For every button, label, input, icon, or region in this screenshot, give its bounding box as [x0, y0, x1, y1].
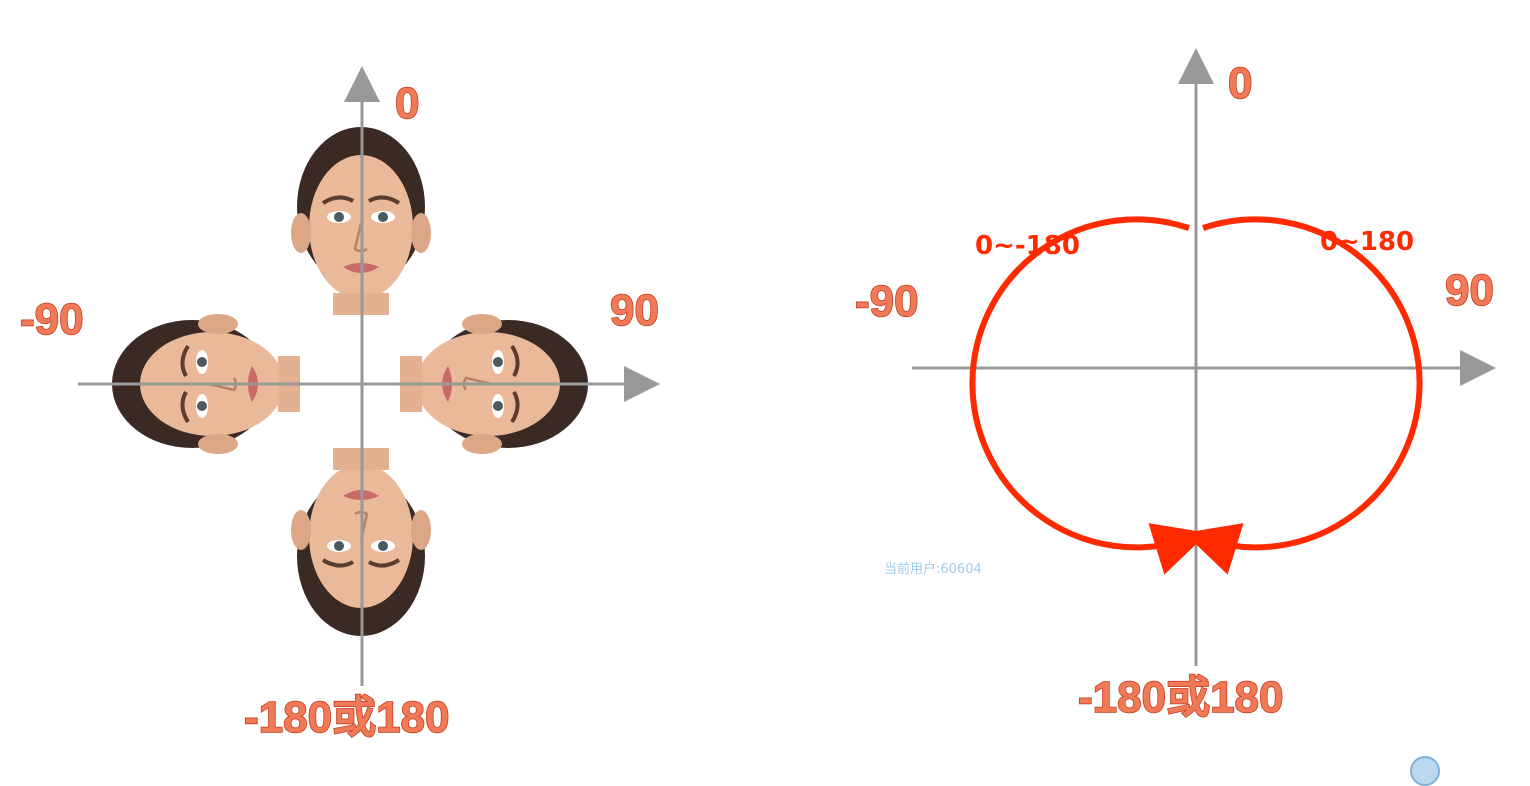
arc-positive [1184, 216, 1423, 575]
label-top: 0 [395, 79, 419, 128]
angle-range-diagram: 0~180 0~-180 0 90 -90 -180或180 [765, 0, 1530, 768]
corner-logo-icon[interactable] [1410, 756, 1440, 786]
label-right: 90 [610, 286, 659, 335]
angle-range-svg: 0~180 0~-180 0 90 -90 -180或180 [854, 48, 1496, 723]
label-bottom: -180或180 [1078, 673, 1283, 722]
range-right-label: 0~180 [1320, 227, 1414, 257]
range-left-label: 0~-180 [975, 231, 1080, 261]
face-orientation-diagram: 0 90 -90 -180或180 [0, 0, 765, 768]
label-bottom: -180或180 [244, 693, 449, 742]
label-right: 90 [1445, 266, 1494, 315]
watermark-text: 当前用户:60604 [884, 562, 982, 577]
face-orientation-svg: 0 90 -90 -180或180 [19, 66, 660, 743]
arc-negative [969, 216, 1208, 575]
label-left: -90 [20, 295, 84, 344]
label-top: 0 [1228, 59, 1252, 108]
label-left: -90 [855, 277, 919, 326]
